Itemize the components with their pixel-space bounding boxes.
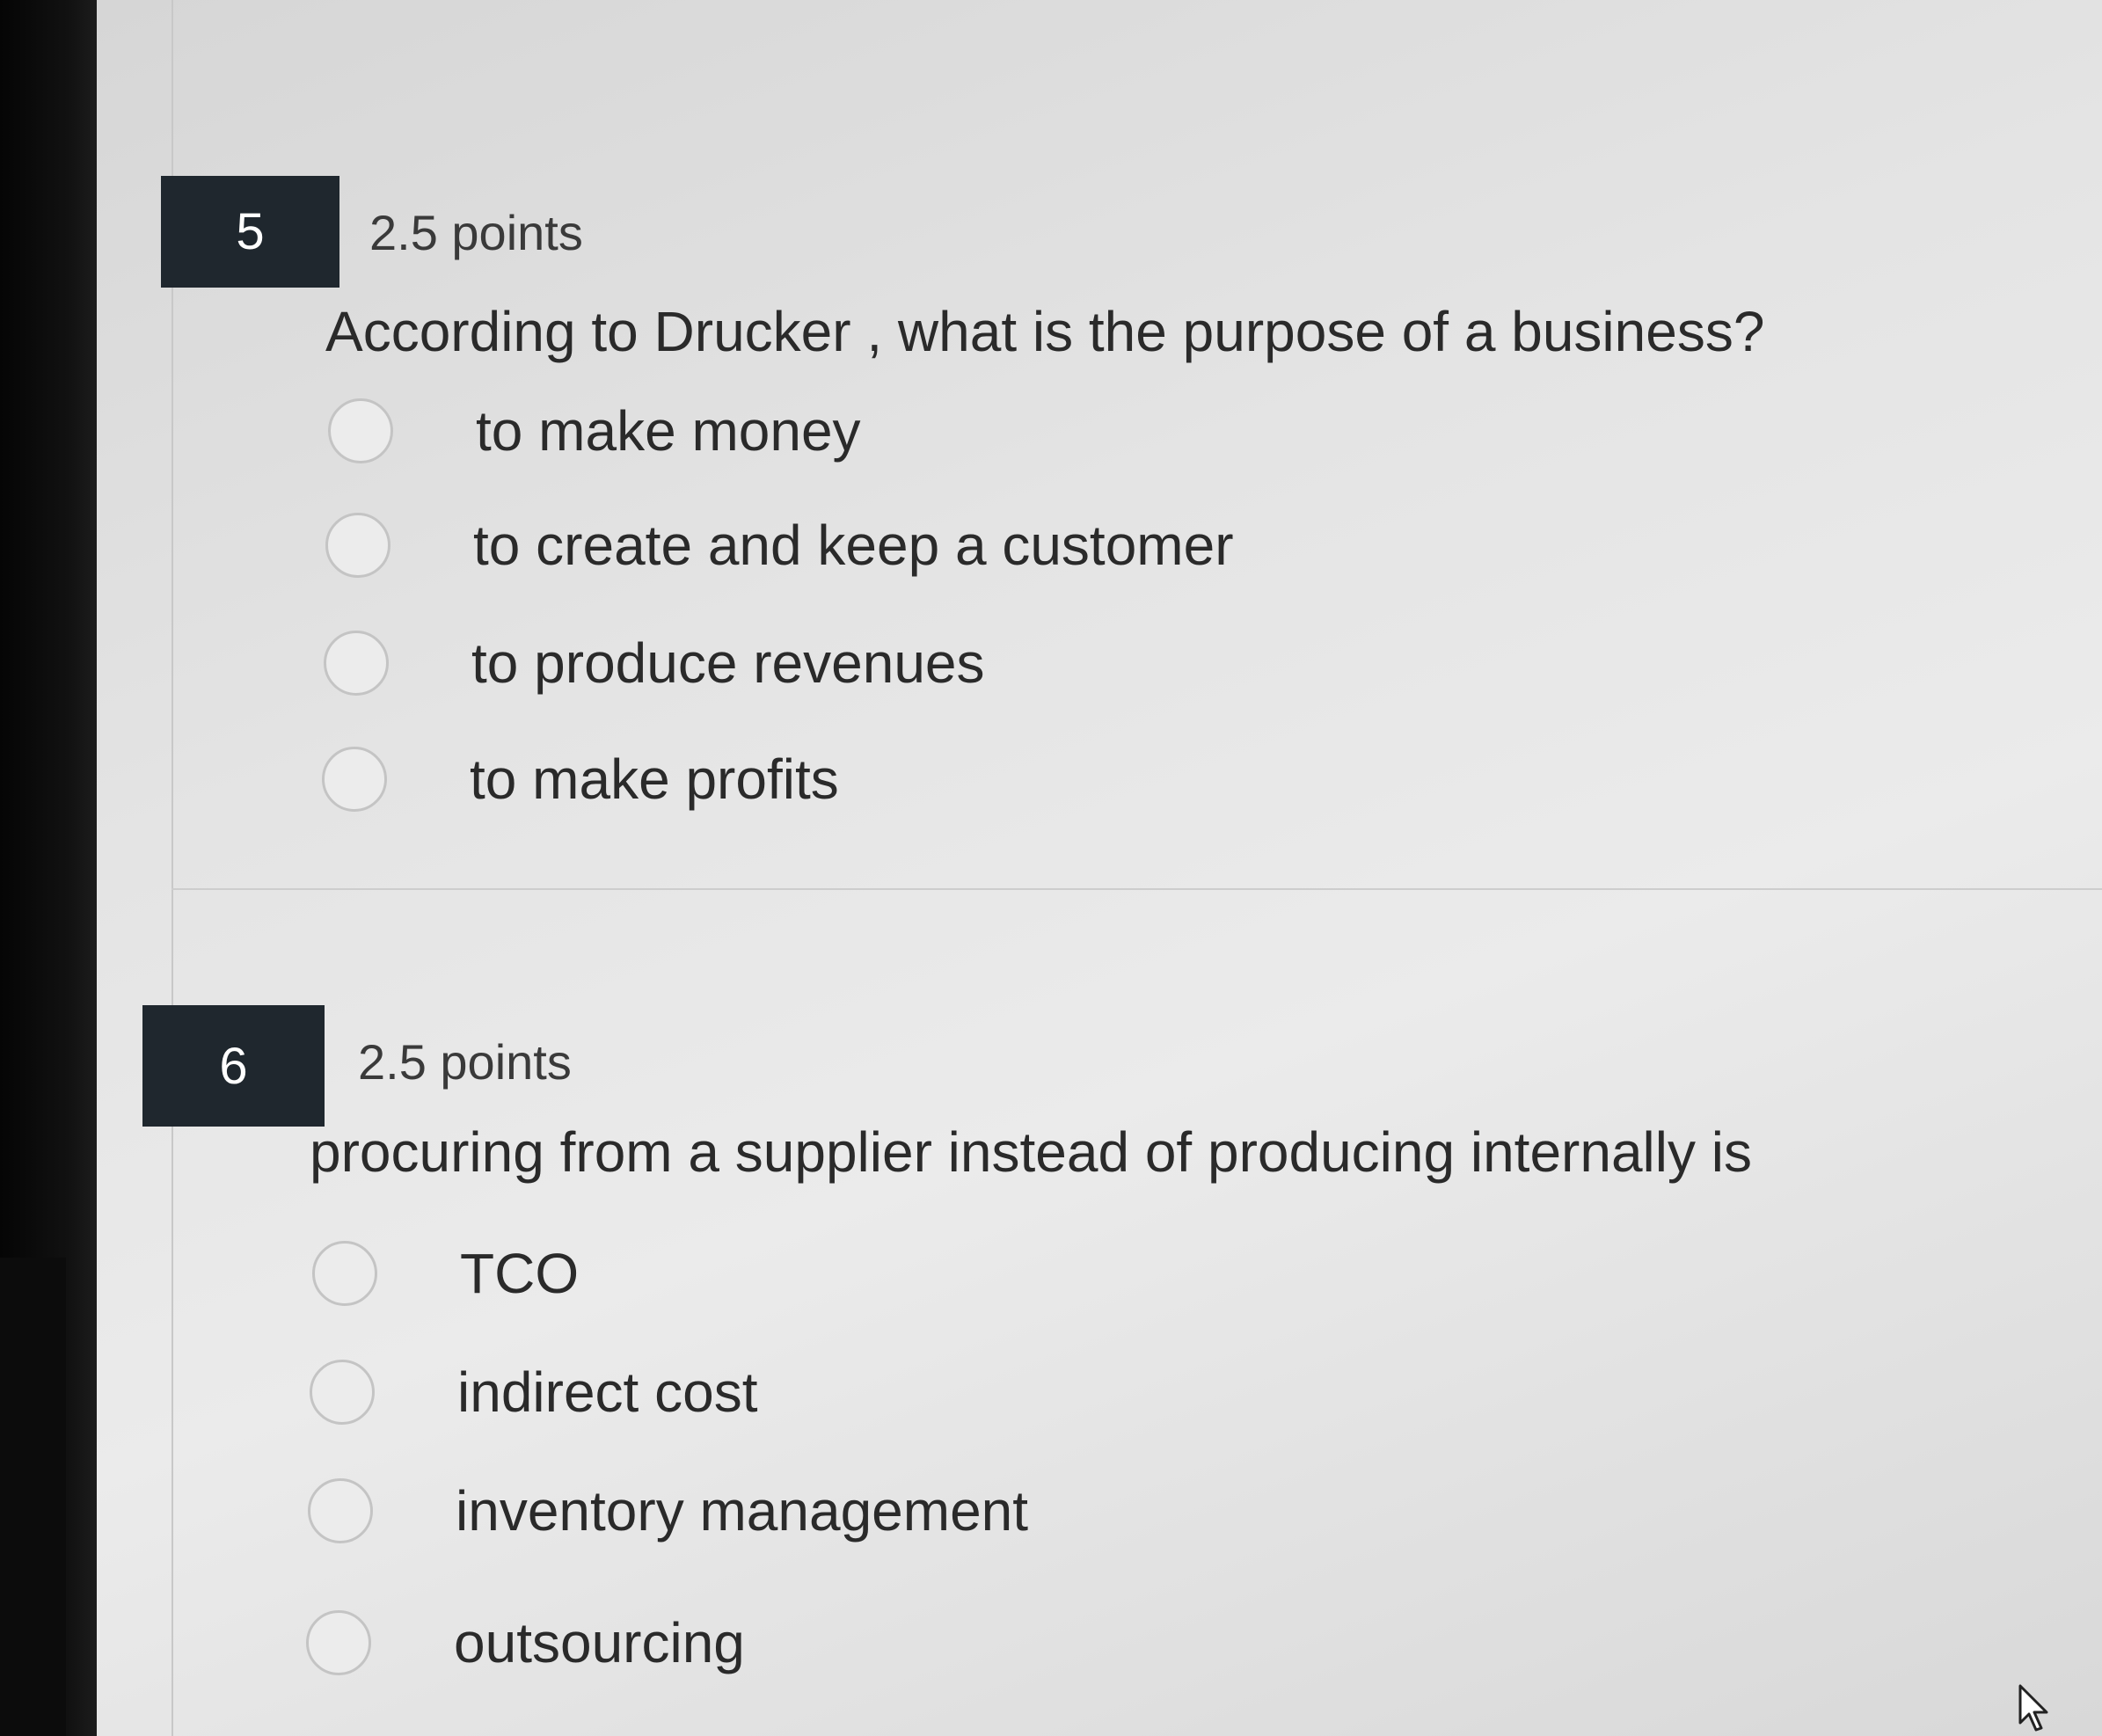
radio-button[interactable] [328, 398, 393, 463]
answer-option[interactable]: to create and keep a customer [325, 501, 1234, 589]
answer-option-label: to make money [476, 399, 861, 463]
question-divider [172, 888, 2102, 890]
radio-button[interactable] [322, 747, 387, 812]
answer-option-label: inventory management [456, 1479, 1029, 1543]
mouse-pointer-icon [2018, 1684, 2048, 1732]
radio-button[interactable] [308, 1478, 373, 1543]
answer-option[interactable]: outsourcing [306, 1599, 745, 1687]
answer-option[interactable]: to make profits [322, 735, 839, 823]
answer-option-label: TCO [460, 1242, 580, 1305]
question-points: 2.5 points [358, 1034, 572, 1090]
question-number-badge: 5 [161, 176, 339, 288]
radio-button[interactable] [324, 631, 389, 696]
radio-button[interactable] [306, 1610, 371, 1675]
radio-button[interactable] [310, 1360, 375, 1425]
radio-button[interactable] [312, 1241, 377, 1306]
answer-option[interactable]: to produce revenues [324, 619, 985, 707]
question-prompt: procuring from a supplier instead of pro… [310, 1120, 1752, 1184]
answer-option-label: outsourcing [454, 1611, 745, 1674]
question-points: 2.5 points [369, 205, 583, 260]
answer-option-label: indirect cost [457, 1360, 758, 1424]
question-prompt: According to Drucker , what is the purpo… [325, 300, 1765, 363]
answer-option[interactable]: indirect cost [310, 1348, 757, 1436]
answer-option-label: to make profits [470, 748, 839, 811]
answer-option[interactable]: TCO [312, 1229, 579, 1317]
monitor-bezel-lower [0, 1258, 66, 1736]
radio-button[interactable] [325, 513, 390, 578]
question-number-badge: 6 [142, 1005, 325, 1127]
answer-option-label: to create and keep a customer [473, 514, 1234, 577]
answer-option-label: to produce revenues [471, 631, 985, 695]
answer-option[interactable]: to make money [328, 387, 861, 475]
answer-option[interactable]: inventory management [308, 1467, 1028, 1555]
